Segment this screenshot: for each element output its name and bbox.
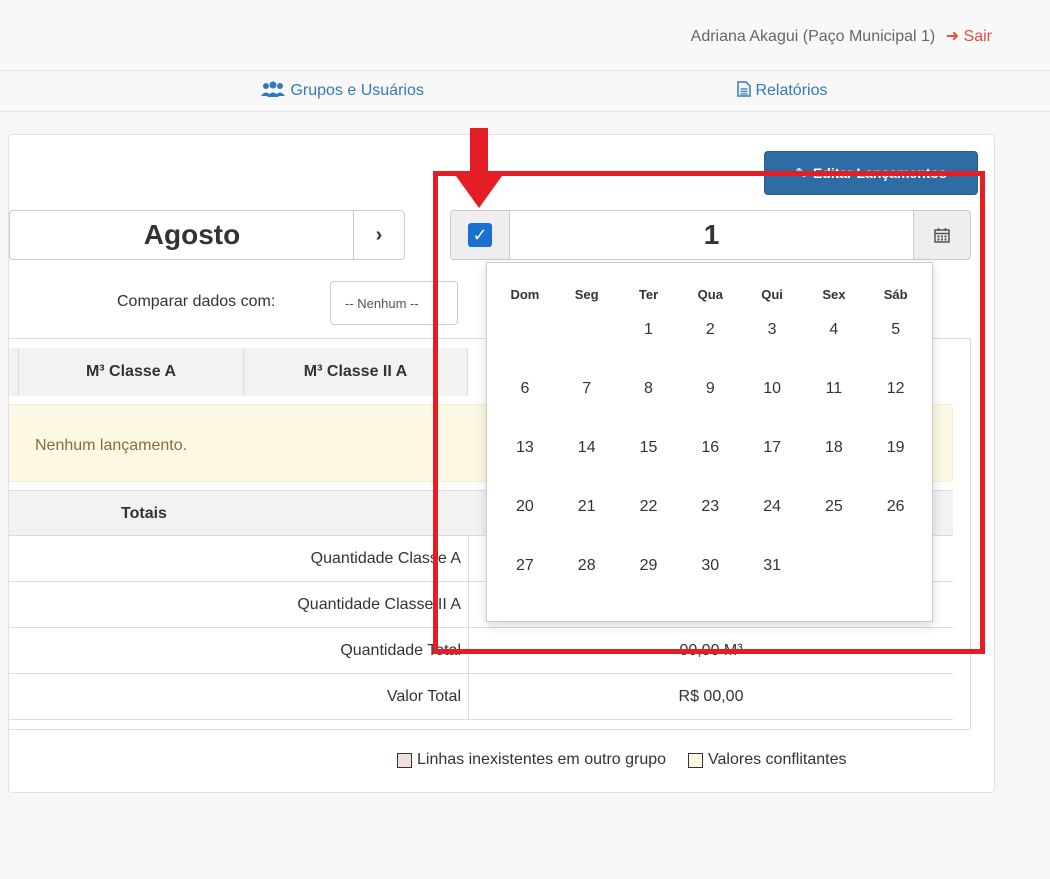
calendar-day[interactable]: 20 <box>494 477 556 536</box>
compare-select[interactable]: -- Nenhum -- <box>330 281 458 325</box>
calendar-day[interactable]: 9 <box>679 359 741 418</box>
table-header-classe-ii-a: M³ Classe II A <box>244 348 468 396</box>
user-info: Adriana Akagui (Paço Municipal 1) ➜ Sair <box>691 26 992 46</box>
checkbox-checked-icon[interactable]: ✓ <box>468 223 492 247</box>
sign-out-icon: ➜ <box>945 28 960 45</box>
month-label: Agosto <box>143 219 241 250</box>
annotation-arrow-head <box>456 176 502 208</box>
calendar-day[interactable]: 17 <box>741 418 803 477</box>
calendar-weekday: Qua <box>697 287 723 302</box>
legend: Linhas inexistentes em outro grupo Valor… <box>397 751 847 769</box>
calendar-day[interactable]: 22 <box>618 477 680 536</box>
datepicker-dropdown: Dom Seg Ter Qua Qui Sex Sáb 1 2 3 4 5 6 7 8 9 10 11 12 13 14… <box>486 262 933 622</box>
calendar-day[interactable]: 16 <box>679 418 741 477</box>
calendar-day[interactable]: 4 <box>803 300 865 359</box>
month-display: Agosto <box>9 210 354 260</box>
calendar-day[interactable]: 7 <box>556 359 618 418</box>
calendar-day[interactable]: 6 <box>494 359 556 418</box>
calendar-weekday: Sex <box>822 287 846 302</box>
logout-link[interactable]: ➜ Sair <box>946 28 992 45</box>
calendar-empty-cell <box>556 300 618 359</box>
total-label: Quantidade Total <box>340 642 461 659</box>
calendar-week: 13 14 15 16 17 18 19 <box>487 418 934 477</box>
calendar-day[interactable]: 25 <box>803 477 865 536</box>
calendar-day[interactable]: 2 <box>679 300 741 359</box>
calendar-day[interactable]: 13 <box>494 418 556 477</box>
total-label: Quantidade Classe A <box>310 550 461 567</box>
total-value: R$ 00,00 <box>678 688 744 705</box>
calendar-icon <box>934 228 950 243</box>
calendar-weekday: Ter <box>638 287 659 302</box>
calendar-day[interactable]: 10 <box>741 359 803 418</box>
calendar-empty-cell <box>803 536 865 595</box>
calendar-day[interactable]: 27 <box>494 536 556 595</box>
calendar-day[interactable]: 31 <box>741 536 803 595</box>
calendar-week: 6 7 8 9 10 11 12 <box>487 359 934 418</box>
compare-selected: -- Nenhum -- <box>345 295 419 311</box>
nav-groups-users[interactable]: Grupos e Usuários <box>260 81 424 100</box>
calendar-day[interactable]: 14 <box>556 418 618 477</box>
calendar-day[interactable]: 5 <box>865 300 927 359</box>
compare-label: Comparar dados com: <box>117 293 276 310</box>
missing-lines-swatch <box>397 752 412 768</box>
file-text-icon <box>737 81 751 97</box>
calendar-weekday: Seg <box>574 287 599 302</box>
total-value: 00,00 M³ <box>679 642 743 659</box>
chevron-right-icon: › <box>375 223 383 246</box>
calendar-day[interactable]: 24 <box>741 477 803 536</box>
edit-entries-button[interactable]: ✎ Editar Lançamentos <box>764 151 978 195</box>
nav-reports-label: Relatórios <box>755 82 828 99</box>
calendar-empty-cell <box>865 536 927 595</box>
table-header-partial <box>9 348 19 396</box>
calendar-week: 27 28 29 30 31 <box>487 536 934 595</box>
calendar-weekday: Qui <box>761 287 783 302</box>
calendar-day[interactable]: 15 <box>618 418 680 477</box>
day-input[interactable]: 1 <box>509 210 914 260</box>
calendar-day[interactable]: 8 <box>618 359 680 418</box>
table-row: Valor Total R$ 00,00 <box>9 674 953 720</box>
calendar-day[interactable]: 30 <box>679 536 741 595</box>
table-row: Quantidade Total 00,00 M³ <box>9 628 953 674</box>
calendar-button[interactable] <box>913 210 971 260</box>
day-value: 1 <box>703 219 720 250</box>
next-month-button[interactable]: › <box>353 210 405 260</box>
missing-lines-label: Linhas inexistentes em outro grupo <box>417 751 667 768</box>
empty-message: Nenhum lançamento. <box>35 437 188 454</box>
calendar-day[interactable]: 29 <box>618 536 680 595</box>
calendar-weekday: Dom <box>510 287 540 302</box>
calendar-day[interactable]: 1 <box>618 300 680 359</box>
calendar-week: 20 21 22 23 24 25 26 <box>487 477 934 536</box>
calendar-week: 12345 <box>487 300 934 359</box>
annotation-arrow <box>470 128 488 176</box>
logout-label: Sair <box>963 28 992 45</box>
edit-icon: ✎ <box>795 164 807 181</box>
conflict-label: Valores conflitantes <box>708 751 847 768</box>
conflict-swatch <box>688 752 704 768</box>
calendar-empty-cell <box>494 300 556 359</box>
users-icon <box>261 81 285 97</box>
calendar-day[interactable]: 28 <box>556 536 618 595</box>
nav-reports[interactable]: Relatórios <box>737 81 827 100</box>
nav-groups-label: Grupos e Usuários <box>290 82 424 99</box>
main-nav: Grupos e Usuários Relatórios <box>0 70 1050 112</box>
calendar-weekday: Sáb <box>883 287 908 302</box>
calendar-day[interactable]: 19 <box>865 418 927 477</box>
calendar-day[interactable]: 18 <box>803 418 865 477</box>
top-bar: Adriana Akagui (Paço Municipal 1) ➜ Sair <box>0 0 1050 70</box>
edit-entries-label: Editar Lançamentos <box>812 165 947 181</box>
table-header-classe-a: M³ Classe A <box>19 348 244 396</box>
calendar-day[interactable]: 26 <box>865 477 927 536</box>
user-name: Adriana Akagui (Paço Municipal 1) <box>690 28 936 45</box>
calendar-grid: Dom Seg Ter Qua Qui Sex Sáb 1 2 3 4 5 6 7 8 9 10 11 12 13 14… <box>487 263 934 595</box>
calendar-weekday-row: Dom Seg Ter Qua Qui Sex Sáb <box>487 263 934 302</box>
day-filter-toggle[interactable]: ✓ <box>450 210 510 260</box>
calendar-day[interactable]: 21 <box>556 477 618 536</box>
calendar-day[interactable]: 3 <box>741 300 803 359</box>
calendar-day[interactable]: 11 <box>803 359 865 418</box>
total-label: Quantidade Classe II A <box>297 596 461 613</box>
totals-label: Totais <box>121 505 167 522</box>
calendar-day[interactable]: 12 <box>865 359 927 418</box>
total-label: Valor Total <box>386 688 461 705</box>
calendar-day[interactable]: 23 <box>679 477 741 536</box>
